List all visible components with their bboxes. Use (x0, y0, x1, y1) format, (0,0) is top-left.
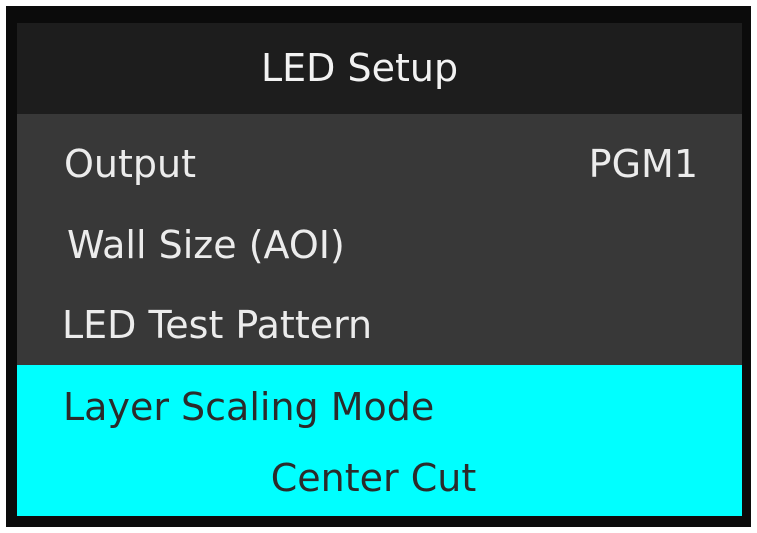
lcd-screen: LED Setup Output PGM1 Wall Size (AOI) LE… (17, 23, 742, 516)
menu-item-led-test-pattern[interactable]: LED Test Pattern (17, 285, 742, 365)
menu-item-layer-scaling-mode-selected[interactable]: Layer Scaling Mode Center Cut (17, 365, 742, 516)
menu-title: LED Setup (17, 23, 742, 114)
menu-item-value: PGM1 (588, 142, 698, 186)
device-frame: LED Setup Output PGM1 Wall Size (AOI) LE… (6, 6, 751, 527)
menu-item-label: Output (64, 142, 196, 186)
selected-item-label: Layer Scaling Mode (63, 385, 435, 429)
menu-item-label: Wall Size (AOI) (67, 223, 345, 267)
menu-item-label: LED Test Pattern (62, 303, 373, 347)
selected-item-value[interactable]: Center Cut (17, 443, 742, 513)
menu-item-output[interactable]: Output PGM1 (17, 124, 742, 204)
menu-item-wall-size[interactable]: Wall Size (AOI) (17, 205, 742, 285)
